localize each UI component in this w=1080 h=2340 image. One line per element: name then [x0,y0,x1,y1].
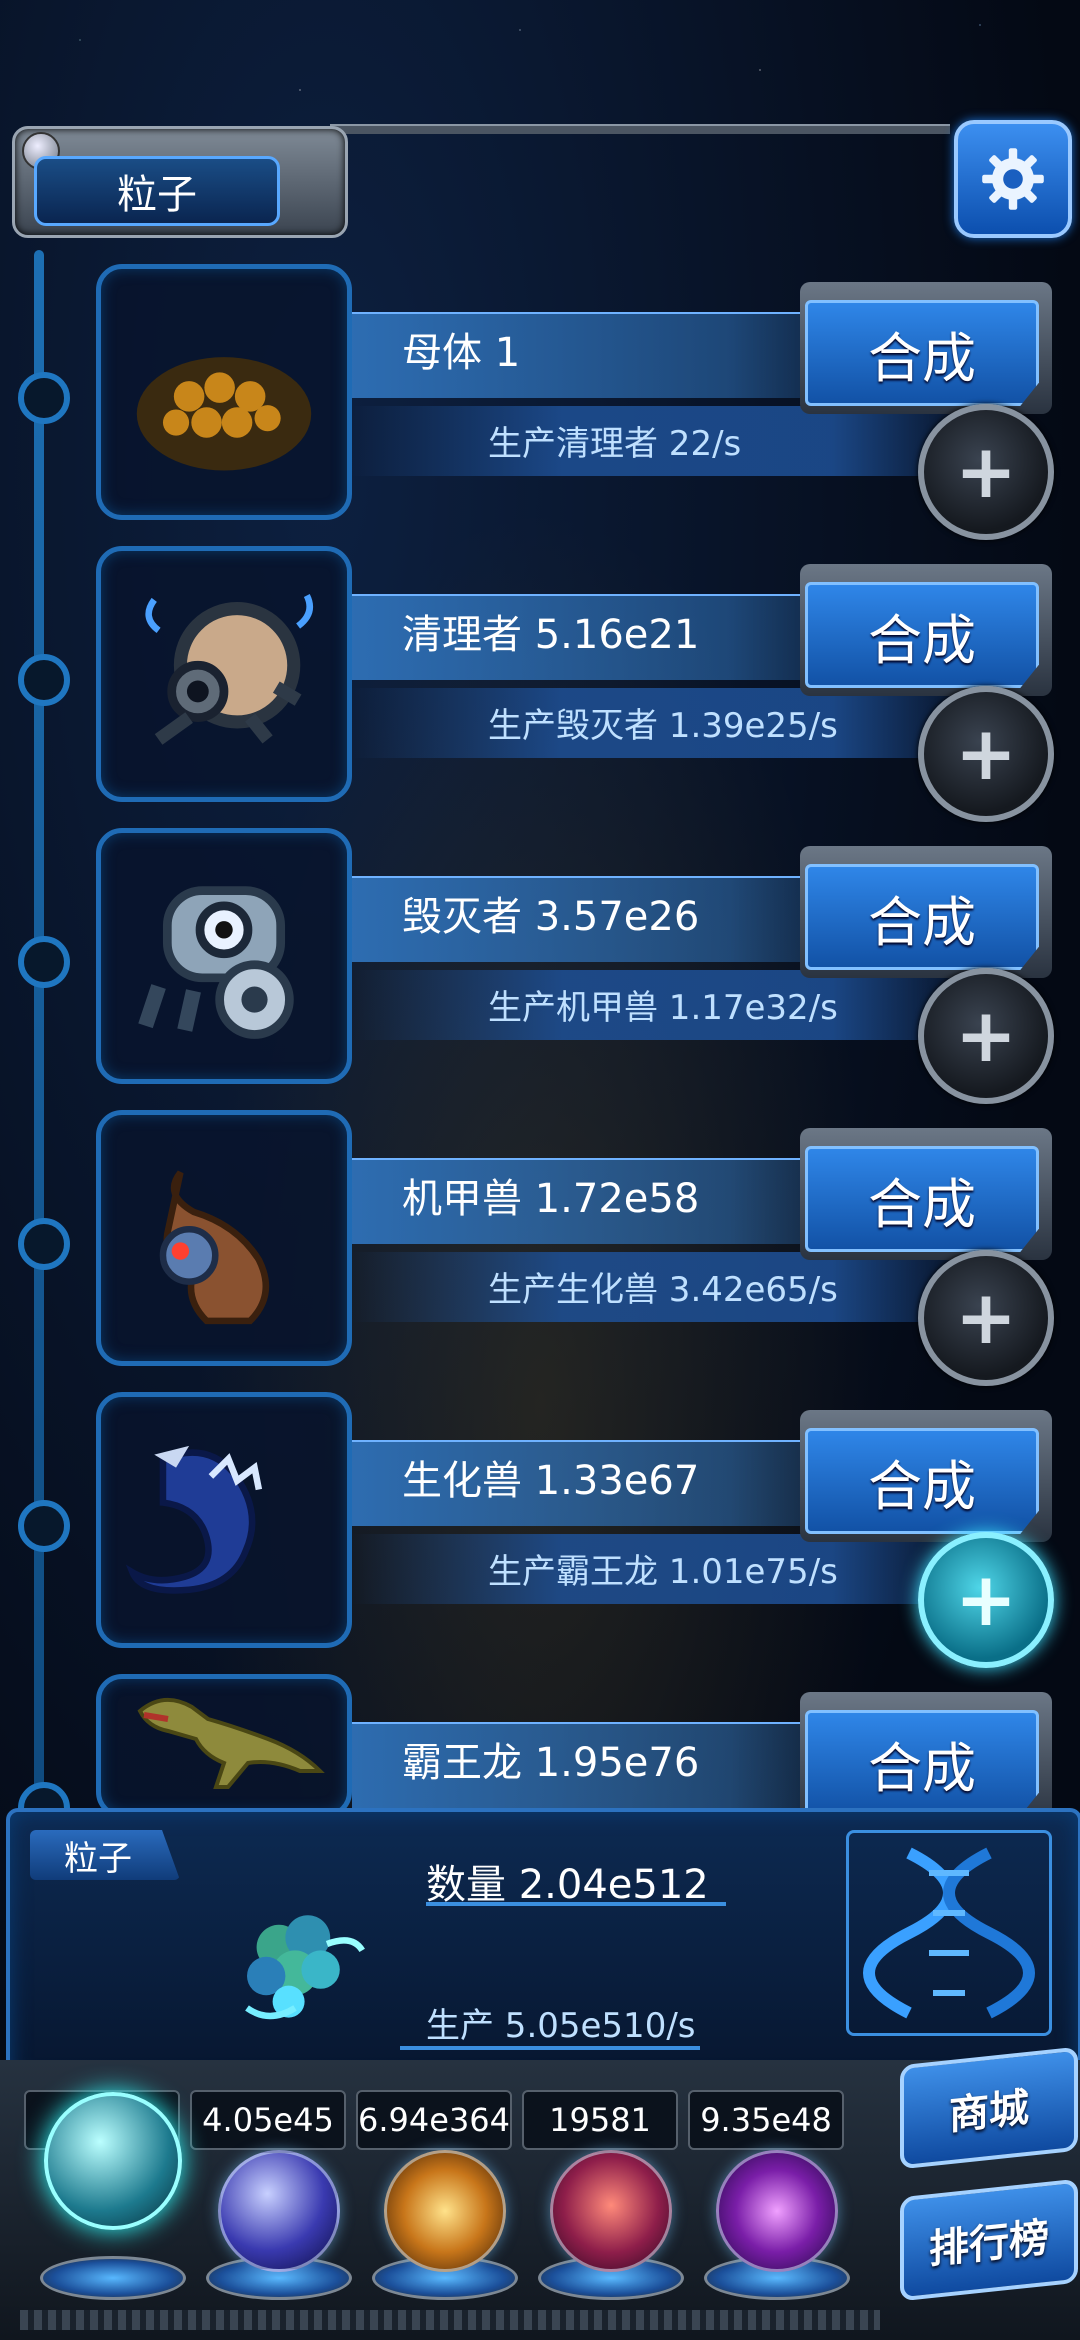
unit-production: 生产生化兽 3.42e65/s [488,1270,838,1310]
unit-portrait[interactable] [96,1674,352,1818]
unit-row: 清理者 5.16e21 生产毁灭者 1.39e25/s 合成 + [0,546,1080,822]
resource-value: 19581 [522,2090,679,2150]
particle-orb-icon[interactable] [44,2092,182,2230]
destroyer-mech-icon [138,886,294,1039]
unit-production: 生产清理者 22/s [488,424,742,464]
mecha-beast-icon [159,1170,270,1325]
top-bar: 粒子 [0,112,1080,252]
settings-button[interactable] [954,120,1072,238]
bottom-vent [20,2310,880,2330]
orb-pedestal [40,2256,186,2300]
unit-production: 生产霸王龙 1.01e75/s [488,1552,838,1592]
unit-row: 毁灭者 3.57e26 生产机甲兽 1.17e32/s 合成 + [0,828,1080,1104]
plus-icon: + [954,429,1017,515]
resource-value: 6.94e364 [356,2090,513,2150]
top-frame [330,124,950,134]
resource-title[interactable]: 粒子 [34,156,280,226]
unit-row: 机甲兽 1.72e58 生产生化兽 3.42e65/s 合成 + [0,1110,1080,1386]
resource-rate: 生产 5.05e510/s [426,2006,696,2046]
upgrade-plus-button[interactable]: + [918,1250,1054,1386]
unit-production: 生产毁灭者 1.39e25/s [488,706,838,746]
unit-name: 机甲兽 1.72e58 [402,1176,700,1222]
unit-row: 母体 1 生产清理者 22/s 合成 + [0,264,1080,540]
merge-button[interactable]: 合成 [805,1146,1039,1252]
dna-molecule-icon [863,1847,1035,2019]
unit-row: 生化兽 1.33e67 生产霸王龙 1.01e75/s 合成 + [0,1392,1080,1668]
vortex-orb-icon[interactable] [716,2150,838,2272]
merge-button[interactable]: 合成 [805,864,1039,970]
unit-production: 生产机甲兽 1.17e32/s [488,988,838,1028]
unit-portrait[interactable] [96,546,352,802]
merge-button[interactable]: 合成 [805,1710,1039,1816]
unit-portrait[interactable] [96,1110,352,1366]
matrix-rock-creature-icon [136,357,312,471]
rate-underline [400,2046,700,2050]
merge-button[interactable]: 合成 [805,300,1039,406]
unit-name: 清理者 5.16e21 [402,612,700,658]
upgrade-plus-button[interactable]: + [918,1532,1054,1668]
panel-tag: 粒子 [30,1830,180,1880]
galaxy-orb-icon[interactable] [384,2150,506,2272]
lightning-orb-icon[interactable] [218,2150,340,2272]
dna-frame [846,1830,1052,2036]
unit-name: 霸王龙 1.95e76 [402,1740,700,1786]
cleaner-robot-icon [145,594,313,745]
upgrade-plus-button[interactable]: + [918,968,1054,1104]
unit-name: 毁灭者 3.57e26 [402,894,700,940]
plus-icon: + [954,711,1017,797]
upgrade-plus-button[interactable]: + [918,404,1054,540]
merge-button[interactable]: 合成 [805,582,1039,688]
t-rex-icon [137,1698,325,1789]
resource-value: 9.35e48 [688,2090,845,2150]
gear-icon [982,148,1044,210]
plus-icon: + [954,993,1017,1079]
unit-portrait[interactable] [96,264,352,520]
particle-cluster-icon [245,1915,365,2020]
unit-name: 生化兽 1.33e67 [402,1458,700,1504]
resource-value: 4.05e45 [190,2090,346,2150]
unit-portrait[interactable] [96,828,352,1084]
merge-button[interactable]: 合成 [805,1428,1039,1534]
upgrade-plus-button[interactable]: + [918,686,1054,822]
unit-portrait[interactable] [96,1392,352,1648]
plus-icon: + [954,1557,1017,1643]
quantity-underline [426,1902,726,1906]
bio-beast-dragon-icon [125,1445,263,1594]
brain-orb-icon[interactable] [550,2150,672,2272]
shop-button[interactable]: 商城 [900,2046,1078,2170]
plus-icon: + [954,1275,1017,1361]
unit-name: 母体 1 [402,330,521,376]
leaderboard-button[interactable]: 排行榜 [900,2178,1078,2302]
